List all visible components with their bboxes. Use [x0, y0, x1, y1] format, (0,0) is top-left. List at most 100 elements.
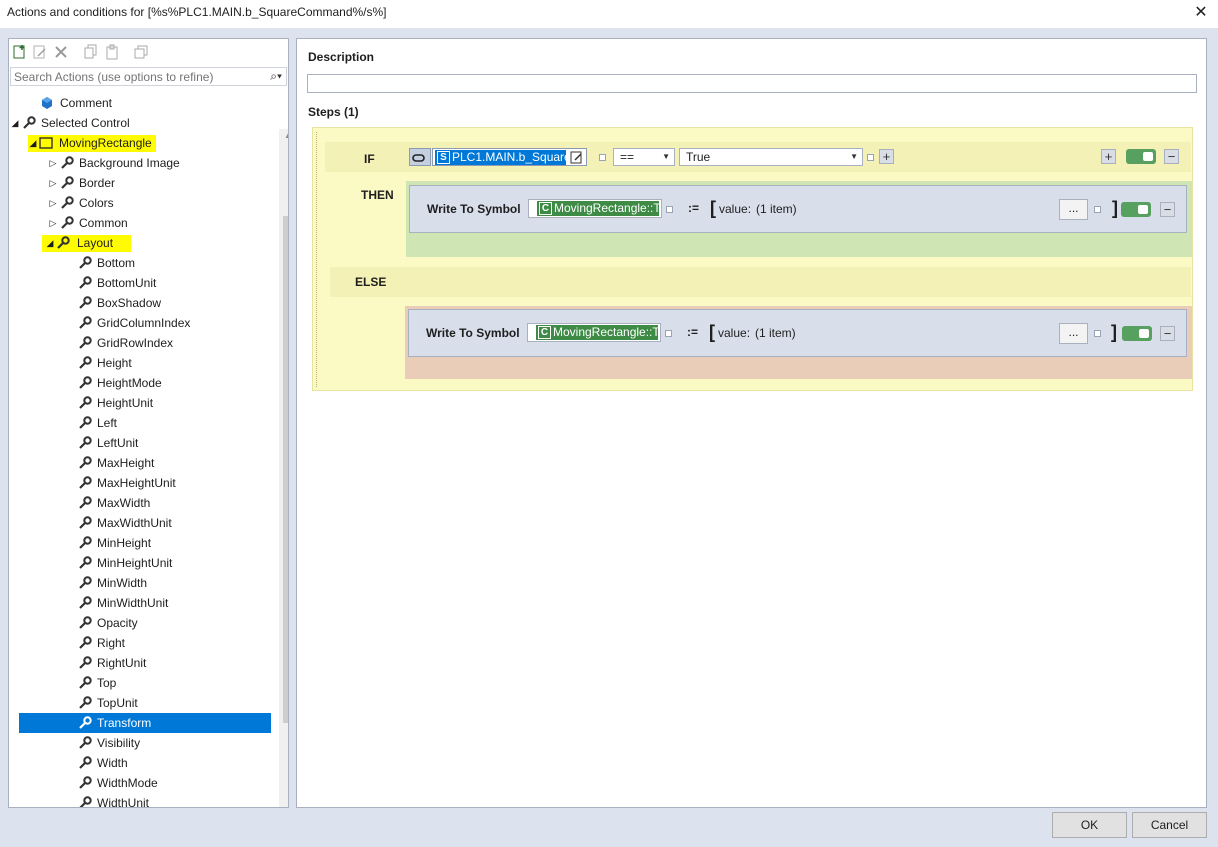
expand-arrow-icon[interactable]: ▷	[48, 173, 58, 193]
else-enabled-toggle[interactable]	[1122, 326, 1152, 341]
value-count: (1 item)	[755, 326, 796, 340]
tree-item-label: GridColumnIndex	[97, 316, 191, 330]
else-action[interactable]: Write To Symbol C MovingRectangle::Trans…	[408, 309, 1187, 357]
tree-item-label: MovingRectangle	[59, 136, 152, 150]
search-input[interactable]	[11, 68, 251, 85]
tree-item-label: MaxHeightUnit	[97, 476, 176, 490]
chevron-down-icon: ▼	[850, 152, 858, 161]
tree-item-label: Bottom	[97, 256, 136, 270]
wrench-icon	[79, 796, 92, 807]
wrench-icon	[61, 176, 74, 189]
tree-item-label: Width	[97, 756, 128, 770]
else-keyword: ELSE	[355, 275, 387, 289]
wrench-icon	[79, 576, 92, 589]
tree-item-label: WidthMode	[97, 776, 158, 790]
tree-item-label: MinWidthUnit	[97, 596, 169, 610]
wrench-icon	[79, 316, 92, 329]
add-step-button[interactable]: +	[1101, 149, 1116, 164]
edit-value-button[interactable]: ...	[1059, 199, 1088, 220]
tree-item-label: GridRowIndex	[97, 336, 174, 350]
collapse-arrow-icon[interactable]: ◢	[10, 113, 20, 133]
tree-item-label: MaxWidth	[97, 496, 151, 510]
description-field[interactable]	[307, 74, 1197, 93]
copy-icon[interactable]	[83, 44, 99, 60]
target-option[interactable]	[666, 206, 673, 213]
edit-icon[interactable]	[32, 44, 48, 60]
close-icon[interactable]: ✕	[1190, 2, 1212, 24]
target-option[interactable]	[665, 330, 672, 337]
wrench-icon	[79, 256, 92, 269]
collapse-arrow-icon[interactable]: ◢	[28, 133, 38, 153]
drag-handle[interactable]	[316, 132, 320, 387]
dialog-footer: OK Cancel	[0, 810, 1218, 847]
tree-item-label: LeftUnit	[97, 436, 139, 450]
value-option[interactable]	[1094, 330, 1101, 337]
cancel-button[interactable]: Cancel	[1132, 812, 1207, 838]
expand-arrow-icon[interactable]: ▷	[48, 153, 58, 173]
edit-symbol-icon[interactable]	[569, 150, 584, 165]
ok-button[interactable]: OK	[1052, 812, 1127, 838]
search-options-icon[interactable]: ⌕▾	[270, 69, 282, 84]
wrench-icon	[57, 236, 70, 249]
wrench-icon	[79, 716, 92, 729]
wrench-icon	[79, 396, 92, 409]
scroll-thumb[interactable]	[283, 216, 288, 723]
value-count: (1 item)	[756, 202, 797, 216]
wrench-icon	[79, 416, 92, 429]
tree-item-transform[interactable]: Transform	[19, 713, 271, 733]
paste-icon[interactable]	[104, 44, 120, 60]
wrench-icon	[79, 496, 92, 509]
tree-item-label: HeightUnit	[97, 396, 154, 410]
remove-action-button[interactable]: −	[1160, 326, 1175, 341]
action-name: Write To Symbol	[427, 202, 521, 216]
collapse-arrow-icon[interactable]: ◢	[45, 233, 55, 253]
if-symbol-option[interactable]	[599, 154, 606, 161]
close-bracket: ]	[1112, 198, 1118, 218]
add-condition-button[interactable]: +	[879, 149, 894, 164]
edit-value-button[interactable]: ...	[1059, 323, 1088, 344]
wrench-icon	[79, 276, 92, 289]
if-enabled-toggle[interactable]	[1126, 149, 1156, 164]
else-target-field[interactable]: C MovingRectangle::Transform	[527, 323, 661, 342]
value-option[interactable]	[1094, 206, 1101, 213]
then-area: Write To Symbol C MovingRectangle::Trans…	[406, 181, 1192, 257]
link-icon[interactable]	[409, 148, 431, 166]
window-title: Actions and conditions for [%s%PLC1.MAIN…	[7, 5, 387, 19]
actions-panel: ⌕▾ Comment ◢ Selected Control ◢ MovingRe…	[8, 38, 289, 808]
wrench-icon	[23, 116, 36, 129]
tree-item-label: Opacity	[97, 616, 138, 630]
symbol-badge-icon: S	[437, 151, 450, 164]
control-badge-icon: C	[538, 326, 551, 339]
duplicate-icon[interactable]	[133, 44, 149, 60]
if-symbol-field[interactable]: S PLC1.MAIN.b_SquareCommand	[432, 148, 587, 166]
expand-arrow-icon[interactable]: ▷	[48, 213, 58, 233]
tree-item-label: BottomUnit	[97, 276, 157, 290]
wrench-icon	[79, 376, 92, 389]
chevron-down-icon: ▼	[662, 152, 670, 161]
tree-item-label: Layout	[77, 236, 114, 250]
then-action[interactable]: Write To Symbol C MovingRectangle::Trans…	[409, 185, 1187, 233]
delete-icon[interactable]	[53, 44, 69, 60]
tree-item-label: WidthUnit	[97, 796, 150, 807]
wrench-icon	[79, 736, 92, 749]
remove-step-button[interactable]: −	[1164, 149, 1179, 164]
expand-arrow-icon[interactable]: ▷	[48, 193, 58, 213]
add-action-icon[interactable]	[12, 44, 28, 60]
scroll-up-icon[interactable]: ▲	[279, 131, 288, 140]
tree-scrollbar[interactable]: ▲ ▼	[279, 129, 288, 807]
then-enabled-toggle[interactable]	[1121, 202, 1151, 217]
tree-item-label: Visibility	[97, 736, 141, 750]
assign-operator: :=	[688, 201, 700, 215]
then-target-field[interactable]: C MovingRectangle::Transform	[528, 199, 662, 218]
operator-select[interactable]: == ▼	[613, 148, 675, 166]
if-step[interactable]: IF S PLC1.MAIN.b_SquareCommand == ▼ True…	[312, 127, 1193, 391]
wrench-icon	[79, 456, 92, 469]
tree-item-label: BoxShadow	[97, 296, 162, 310]
remove-action-button[interactable]: −	[1160, 202, 1175, 217]
if-symbol-text: PLC1.MAIN.b_SquareCommand	[452, 150, 566, 164]
value-label: value:	[718, 326, 751, 340]
then-target-value: C MovingRectangle::Transform	[537, 201, 659, 216]
wrench-icon	[61, 196, 74, 209]
compare-value-select[interactable]: True ▼	[679, 148, 863, 166]
value-option[interactable]	[867, 154, 874, 161]
